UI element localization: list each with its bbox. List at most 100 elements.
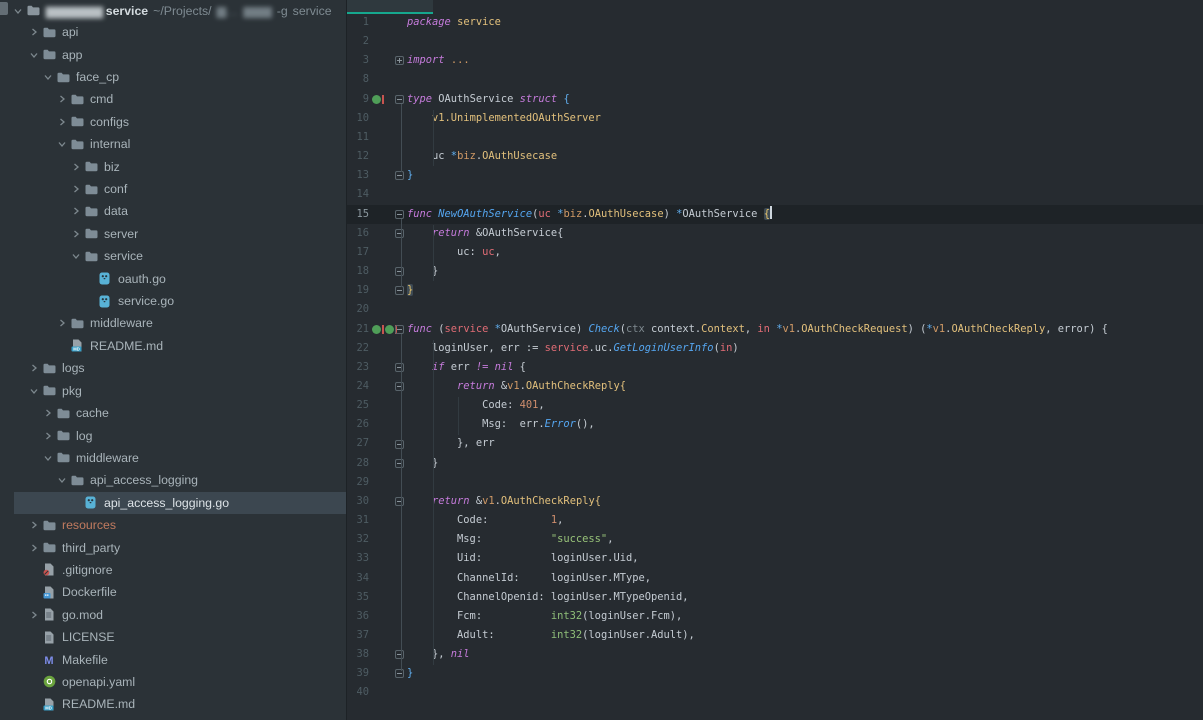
chevron-right-icon[interactable]	[58, 319, 66, 327]
tree-item-resources[interactable]: resources	[0, 514, 346, 536]
chevron-right-icon[interactable]	[44, 409, 52, 417]
fold-marker[interactable]	[395, 440, 404, 449]
tree-item-logs[interactable]: logs	[0, 357, 346, 379]
chevron-right-icon[interactable]	[72, 207, 80, 215]
tree-item-api_access_logging.go[interactable]: api_access_logging.go	[0, 492, 346, 514]
code-text[interactable]: loginUser, err := service.uc.GetLoginUse…	[407, 339, 1203, 358]
tree-item-Makefile[interactable]: MMakefile	[0, 648, 346, 670]
tree-item-data[interactable]: data	[0, 200, 346, 222]
chevron-down-icon[interactable]	[72, 252, 80, 260]
chevron-right-icon[interactable]	[30, 611, 38, 619]
code-text[interactable]: Adult: int32(loginUser.Adult),	[407, 626, 1203, 645]
code-text[interactable]: Fcm: int32(loginUser.Fcm),	[407, 607, 1203, 626]
code-text[interactable]: }	[407, 664, 1203, 683]
code-text[interactable]: ChannelId: loginUser.MType,	[407, 569, 1203, 588]
chevron-down-icon[interactable]	[58, 140, 66, 148]
implemented-marker-icon[interactable]	[372, 95, 381, 104]
chevron-right-icon[interactable]	[58, 118, 66, 126]
tree-item-server[interactable]: server	[0, 223, 346, 245]
code-text[interactable]: import ...	[407, 51, 1203, 70]
chevron-right-icon[interactable]	[72, 230, 80, 238]
tree-item-face_cp[interactable]: face_cp	[0, 66, 346, 88]
fold-marker[interactable]	[395, 210, 404, 219]
code-text[interactable]: if err != nil {	[407, 358, 1203, 377]
chevron-down-icon[interactable]	[58, 476, 66, 484]
fold-marker[interactable]	[395, 95, 404, 104]
tree-item-README.md[interactable]: MDREADME.md	[0, 693, 346, 715]
chevron-down-icon[interactable]	[44, 73, 52, 81]
code-text[interactable]: Uid: loginUser.Uid,	[407, 549, 1203, 568]
tree-item-go.mod[interactable]: go.mod	[0, 604, 346, 626]
code-text[interactable]: }, err	[407, 434, 1203, 453]
fold-marker[interactable]	[395, 267, 404, 276]
fold-marker[interactable]	[395, 286, 404, 295]
code-text[interactable]: type OAuthService struct {	[407, 90, 1203, 109]
chevron-right-icon[interactable]	[30, 521, 38, 529]
tree-item-biz[interactable]: biz	[0, 155, 346, 177]
fold-marker[interactable]	[395, 171, 404, 180]
code-text[interactable]: ChannelOpenid: loginUser.MTypeOpenid,	[407, 588, 1203, 607]
tree-item-LICENSE[interactable]: LICENSE	[0, 626, 346, 648]
tree-item-middleware[interactable]: middleware	[0, 447, 346, 469]
tree-item-cmd[interactable]: cmd	[0, 88, 346, 110]
code-text[interactable]: uc: uc,	[407, 243, 1203, 262]
fold-marker[interactable]	[395, 459, 404, 468]
fold-marker[interactable]	[395, 650, 404, 659]
chevron-right-icon[interactable]	[58, 95, 66, 103]
code-text[interactable]: uc *biz.OAuthUsecase	[407, 147, 1203, 166]
chevron-down-icon[interactable]	[44, 454, 52, 462]
code-text[interactable]: func NewOAuthService(uc *biz.OAuthUsecas…	[407, 205, 1203, 224]
code-text[interactable]: }	[407, 262, 1203, 281]
code-text[interactable]: v1.UnimplementedOAuthServer	[407, 109, 1203, 128]
chevron-right-icon[interactable]	[30, 364, 38, 372]
code-text[interactable]: Msg: "success",	[407, 530, 1203, 549]
tree-item-openapi.yaml[interactable]: openapi.yaml	[0, 671, 346, 693]
code-text[interactable]: }	[407, 454, 1203, 473]
chevron-down-icon[interactable]	[30, 51, 38, 59]
code-text[interactable]: Code: 401,	[407, 396, 1203, 415]
chevron-down-icon[interactable]	[30, 387, 38, 395]
tree-item-log[interactable]: log	[0, 424, 346, 446]
project-root-row[interactable]: ▆▆▆▆▆▆ service ~/Projects/ ▆… ▆▆▆ -g ser…	[0, 0, 346, 21]
tree-item-cache[interactable]: cache	[0, 402, 346, 424]
fold-marker[interactable]	[395, 497, 404, 506]
tree-item-third_party[interactable]: third_party	[0, 536, 346, 558]
tree-item-internal[interactable]: internal	[0, 133, 346, 155]
code-text[interactable]: }	[407, 166, 1203, 185]
tree-item-conf[interactable]: conf	[0, 178, 346, 200]
tree-item-api_access_logging[interactable]: api_access_logging	[0, 469, 346, 491]
fold-marker[interactable]	[395, 382, 404, 391]
code-text[interactable]: }	[407, 281, 1203, 300]
tree-item-README.md[interactable]: MDREADME.md	[0, 335, 346, 357]
tree-item-app[interactable]: app	[0, 43, 346, 65]
tree-item-service.go[interactable]: service.go	[0, 290, 346, 312]
code-text[interactable]: return &OAuthService{	[407, 224, 1203, 243]
tree-item-api[interactable]: api	[0, 21, 346, 43]
tree-item-Dockerfile[interactable]: Dockerfile	[0, 581, 346, 603]
tree-item-.gitignore[interactable]: .gitignore	[0, 559, 346, 581]
code-text[interactable]: package service	[407, 13, 1203, 32]
tree-item-pkg[interactable]: pkg	[0, 380, 346, 402]
implemented-marker-icon[interactable]	[385, 325, 394, 334]
tree-item-middleware[interactable]: middleware	[0, 312, 346, 334]
chevron-right-icon[interactable]	[30, 544, 38, 552]
code-text[interactable]: Code: 1,	[407, 511, 1203, 530]
tree-item-service[interactable]: service	[0, 245, 346, 267]
code-text[interactable]: func (service *OAuthService) Check(ctx c…	[407, 320, 1203, 339]
chevron-down-icon[interactable]	[14, 7, 27, 15]
code-text[interactable]: return &v1.OAuthCheckReply{	[407, 492, 1203, 511]
chevron-right-icon[interactable]	[72, 163, 80, 171]
fold-marker[interactable]	[395, 363, 404, 372]
active-file-tab[interactable]	[347, 0, 433, 14]
tree-item-oauth.go[interactable]: oauth.go	[0, 267, 346, 289]
chevron-right-icon[interactable]	[44, 432, 52, 440]
fold-marker[interactable]	[395, 229, 404, 238]
code-text[interactable]: Msg: err.Error(),	[407, 415, 1203, 434]
tree-item-configs[interactable]: configs	[0, 111, 346, 133]
code-text[interactable]: return &v1.OAuthCheckReply{	[407, 377, 1203, 396]
implemented-marker-icon[interactable]	[372, 325, 381, 334]
fold-marker[interactable]	[395, 325, 404, 334]
fold-marker[interactable]	[395, 56, 404, 65]
fold-marker[interactable]	[395, 669, 404, 678]
code-text[interactable]: }, nil	[407, 645, 1203, 664]
